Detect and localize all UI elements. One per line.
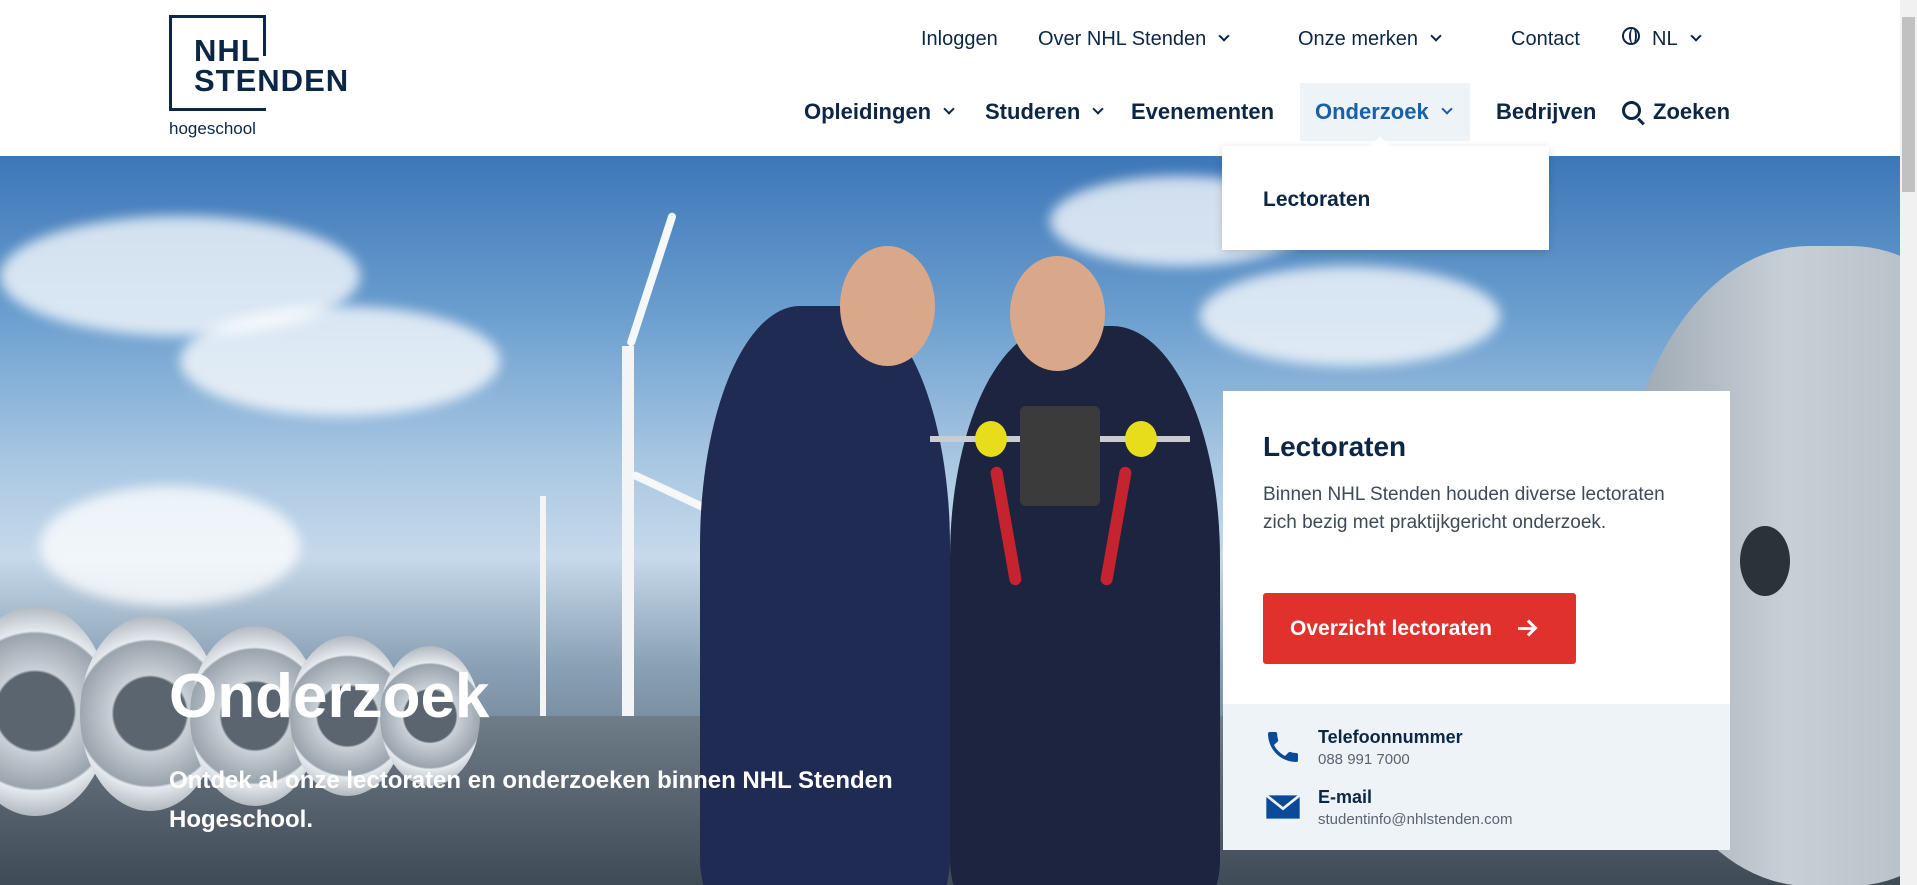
arrow-right-icon	[1517, 627, 1534, 630]
topnav-brands[interactable]: Onze merken	[1298, 24, 1442, 54]
phone-label: Telefoonnummer	[1318, 727, 1463, 747]
cloud	[40, 486, 300, 606]
dropdown-item-lectoraten[interactable]: Lectoraten	[1263, 188, 1370, 212]
drone	[930, 376, 1190, 606]
nav-study[interactable]: Studeren	[985, 96, 1105, 128]
hero-subtitle: Ontdek al onze lectoraten en onderzoeken…	[169, 767, 893, 833]
email-label: E-mail	[1318, 787, 1373, 807]
phone-row[interactable]: Telefoonnummer 088 991 7000	[1263, 727, 1463, 768]
phone-number: 088 991 7000	[1318, 751, 1410, 768]
contact-panel: Telefoonnummer 088 991 7000 E-mail stude…	[1223, 704, 1730, 850]
drone-body	[1020, 406, 1100, 506]
topnav-login[interactable]: Inloggen	[921, 24, 998, 54]
logo-subtitle: hogeschool	[169, 119, 256, 138]
mail-icon	[1265, 794, 1301, 819]
drone-leg	[1099, 465, 1133, 587]
nav-business-label: Bedrijven	[1496, 99, 1597, 124]
cloud	[180, 306, 500, 416]
topnav-brands-label: Onze merken	[1298, 27, 1419, 50]
nav-study-label: Studeren	[985, 99, 1081, 124]
site-header: NHL STENDEN hogeschool Inloggen Over NHL…	[0, 0, 1900, 156]
topnav-about-label: Over NHL Stenden	[1038, 27, 1207, 50]
nav-programs[interactable]: Opleidingen	[804, 96, 955, 128]
person-right-head	[1010, 256, 1105, 371]
topnav-contact[interactable]: Contact	[1511, 24, 1580, 54]
drone-leg	[989, 465, 1023, 587]
wind-turbine-blade	[626, 211, 678, 348]
language-label: NL	[1652, 27, 1678, 50]
lectoraten-card: Lectoraten Binnen NHL Stenden houden div…	[1223, 391, 1730, 850]
chevron-down-icon	[1689, 30, 1702, 42]
drone-ball	[975, 421, 1007, 457]
wind-turbine-pole	[540, 496, 546, 746]
wind-turbine-pole	[622, 346, 634, 766]
nav-research-label: Onderzoek	[1315, 99, 1429, 124]
hero-title: Onderzoek	[169, 662, 490, 731]
overview-lectoraten-button[interactable]: Overzicht lectoraten	[1263, 593, 1576, 664]
card-description: Binnen NHL Stenden houden diverse lector…	[1263, 484, 1665, 533]
globe-icon	[1622, 27, 1640, 45]
chevron-down-icon	[1441, 103, 1453, 115]
email-row[interactable]: E-mail studentinfo@nhlstenden.com	[1263, 787, 1513, 828]
drone-ball	[1125, 421, 1157, 457]
chevron-down-icon	[943, 103, 955, 115]
research-dropdown-menu: Lectoraten	[1222, 146, 1549, 250]
card-title: Lectoraten	[1263, 431, 1407, 462]
segment-hatch	[1740, 526, 1790, 596]
phone-icon	[1268, 732, 1298, 762]
nav-programs-label: Opleidingen	[804, 99, 932, 124]
chevron-down-icon	[1218, 30, 1230, 42]
nav-search[interactable]: Zoeken	[1622, 96, 1730, 128]
overview-button-label: Overzicht lectoraten	[1290, 616, 1492, 640]
nav-business[interactable]: Bedrijven	[1496, 96, 1596, 128]
scrollbar-thumb[interactable]	[1902, 17, 1915, 192]
nav-search-label: Zoeken	[1653, 99, 1731, 124]
nav-events[interactable]: Evenementen	[1131, 96, 1274, 128]
chevron-down-icon	[1092, 103, 1105, 115]
nhl-stenden-logo[interactable]: NHL STENDEN hogeschool	[169, 15, 353, 141]
nav-research[interactable]: Onderzoek	[1315, 96, 1453, 128]
cloud	[1200, 266, 1500, 366]
logo-stenden-text: STENDEN	[194, 65, 353, 97]
topnav-login-label: Inloggen	[921, 27, 998, 50]
nav-events-label: Evenementen	[1131, 99, 1275, 124]
topnav-about[interactable]: Over NHL Stenden	[1038, 24, 1230, 54]
email-address: studentinfo@nhlstenden.com	[1318, 811, 1513, 828]
topnav-contact-label: Contact	[1511, 27, 1580, 50]
search-icon	[1622, 100, 1641, 120]
language-selector[interactable]: NL	[1622, 24, 1702, 54]
chevron-down-icon	[1430, 30, 1442, 42]
page-scrollbar[interactable]	[1900, 0, 1917, 885]
person-left-head	[840, 246, 935, 366]
